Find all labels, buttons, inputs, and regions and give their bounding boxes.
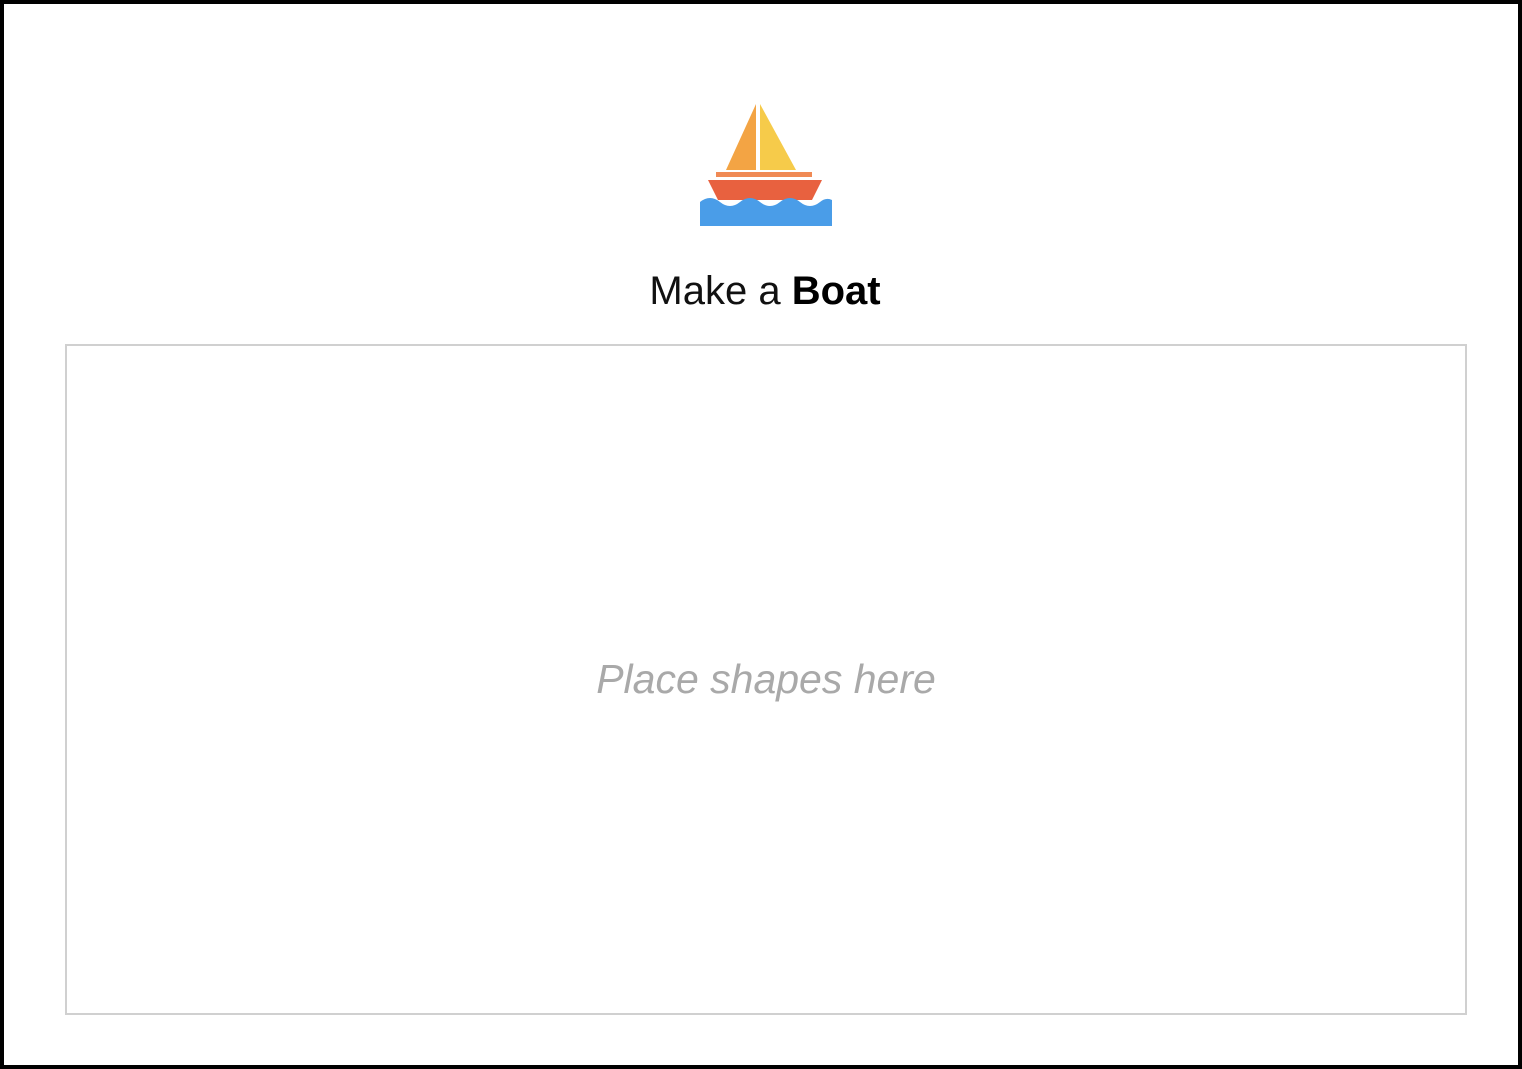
hull xyxy=(708,180,822,200)
sail-left xyxy=(726,104,756,170)
shape-drop-zone[interactable]: Place shapes here xyxy=(65,344,1467,1015)
sailboat-icon xyxy=(700,104,832,226)
page-title: Make a Boat xyxy=(4,266,1522,316)
title-emphasis: Boat xyxy=(791,269,881,313)
activity-frame: Make a Boat Place shapes here xyxy=(0,0,1522,1069)
title-prefix: Make a xyxy=(649,269,792,313)
water xyxy=(700,198,832,226)
sail-right xyxy=(760,104,796,170)
drop-zone-placeholder: Place shapes here xyxy=(596,656,936,702)
